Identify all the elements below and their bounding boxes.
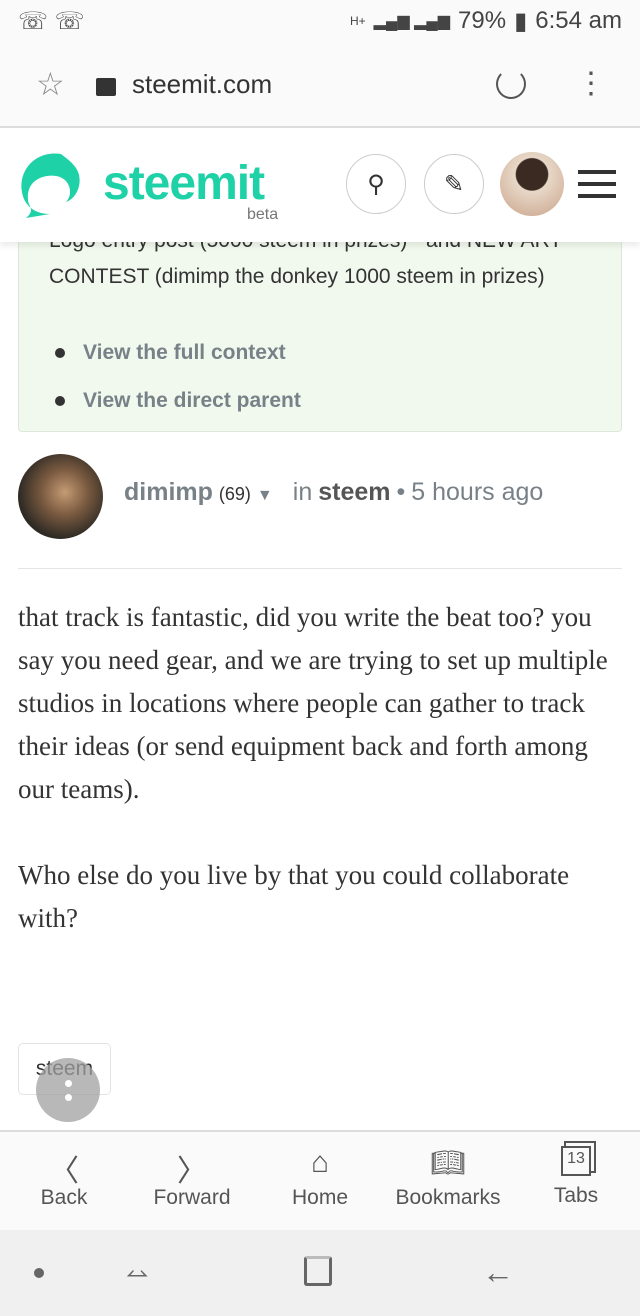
chevron-down-icon[interactable]: ▼ [257, 487, 273, 505]
site-header: steemit beta ⚲ ✎ [0, 130, 640, 242]
home-label: Home [291, 1186, 349, 1209]
recent-apps-icon[interactable]: ⥎ [126, 1258, 148, 1291]
floating-menu-button[interactable] [36, 1058, 100, 1122]
home-icon: ⌂ [310, 1146, 330, 1179]
hamburger-menu-icon[interactable] [578, 170, 616, 198]
book-icon: 📖︎ [430, 1147, 466, 1178]
context-text: CONTEST (dimimp the donkey 1000 steem in… [49, 265, 545, 288]
category-link[interactable]: steem [318, 478, 390, 507]
tabs-label: Tabs [553, 1184, 599, 1207]
lock-icon [96, 78, 116, 96]
whatsapp-icon: ☏ ☏ [18, 7, 85, 35]
star-icon[interactable]: ☆ [36, 65, 65, 103]
write-post-button[interactable]: ✎ [424, 154, 484, 214]
status-bar: ☏ ☏ H+ ▂▄▆ ▂▄▆ 79% ▮ 6:54 am [0, 0, 640, 42]
comment-paragraph: Who else do you live by that you could c… [18, 860, 570, 933]
tabs-icon: 13 [561, 1146, 591, 1176]
author-name[interactable]: dimimp [124, 478, 213, 507]
home-button[interactable]: ⌂ Home [256, 1132, 384, 1230]
site-logo-text[interactable]: steemit [103, 156, 265, 211]
tabs-button[interactable]: 13 Tabs [512, 1132, 640, 1230]
pencil-icon: ✎ [443, 170, 465, 198]
view-full-context-link[interactable]: View the full context [55, 329, 301, 377]
home-nav-icon[interactable] [304, 1256, 332, 1286]
comment-body: that track is fantastic, did you write t… [18, 596, 628, 983]
forward-label: Forward [153, 1186, 231, 1209]
back-button[interactable]: 〈 Back [0, 1132, 128, 1230]
dot-icon [34, 1268, 44, 1278]
battery-icon: ▮ [514, 7, 528, 35]
browser-bottom-bar: 〈 Back 〉 Forward ⌂ Home 📖︎ Bookmarks 13 Tabs [0, 1130, 640, 1230]
forward-button[interactable]: 〉 Forward [128, 1132, 256, 1230]
author-avatar[interactable] [18, 454, 103, 539]
comment-meta: dimimp (69) ▼ in steem • 5 hours ago [124, 478, 543, 507]
bookmarks-button[interactable]: 📖︎ Bookmarks [384, 1132, 512, 1230]
battery-percent: 79% [458, 7, 507, 34]
back-label: Back [40, 1186, 88, 1209]
search-icon: ⚲ [367, 170, 385, 198]
url-text[interactable]: steemit.com [132, 69, 272, 100]
android-nav-bar: ⥎ ← [0, 1230, 640, 1316]
separator: • [396, 478, 406, 506]
reload-icon[interactable] [496, 69, 526, 99]
back-nav-icon[interactable]: ← [482, 1254, 514, 1291]
user-avatar[interactable] [500, 152, 564, 216]
search-button[interactable]: ⚲ [346, 154, 406, 214]
author-reputation: (69) [218, 484, 251, 504]
bookmarks-label: Bookmarks [395, 1186, 501, 1209]
chevron-left-icon: 〈 [49, 1155, 79, 1188]
timestamp[interactable]: 5 hours ago [411, 478, 543, 507]
view-direct-parent-link[interactable]: View the direct parent [55, 377, 301, 425]
signal-icon: ▂▄▆ ▂▄▆ [373, 13, 451, 30]
steemit-logo-icon[interactable] [16, 150, 86, 220]
beta-label: beta [247, 206, 279, 223]
divider [18, 568, 622, 569]
comment-paragraph: that track is fantastic, did you write t… [18, 602, 608, 804]
clock: 6:54 am [535, 7, 622, 34]
address-bar[interactable]: ☆ steemit.com ⋮ [0, 42, 640, 128]
chevron-right-icon: 〉 [177, 1155, 207, 1188]
more-menu-icon[interactable]: ⋮ [576, 69, 606, 99]
network-type: H+ [349, 14, 366, 28]
in-label: in [292, 478, 313, 506]
